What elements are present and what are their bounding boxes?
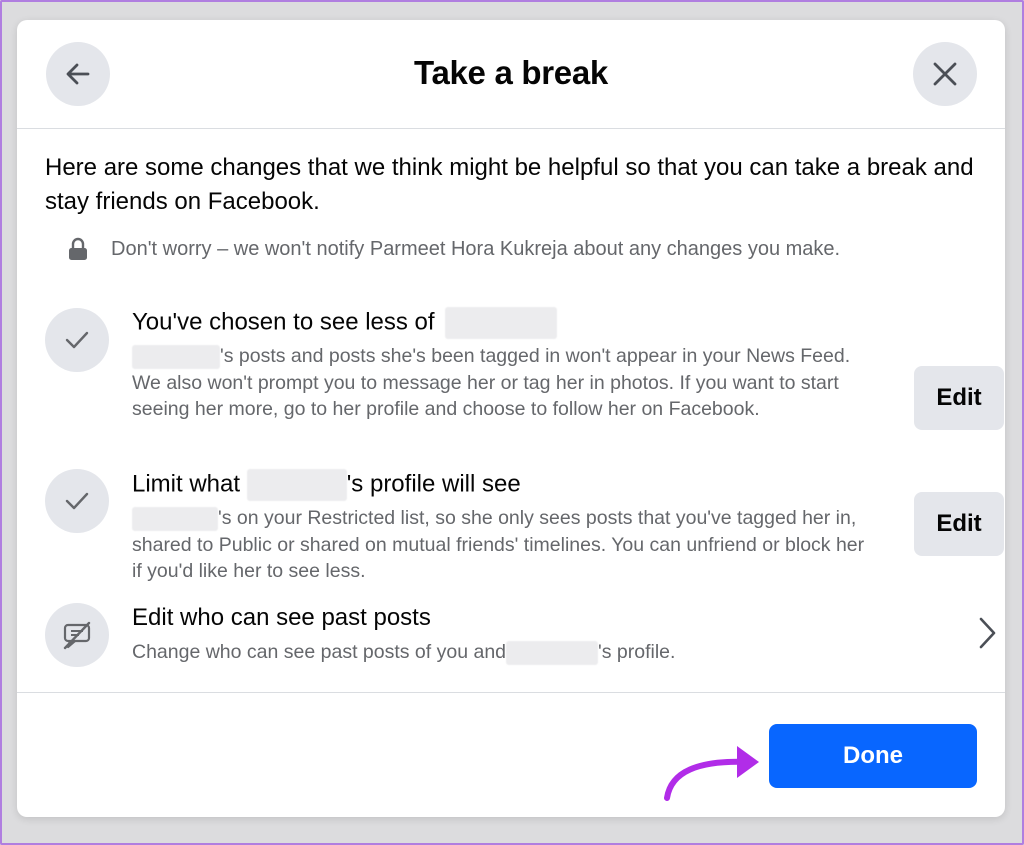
redacted-name <box>506 640 599 665</box>
section-title: Edit who can see past posts <box>132 604 431 631</box>
edit-see-less-button[interactable]: Edit <box>914 366 1004 430</box>
done-button[interactable]: Done <box>769 724 977 788</box>
take-a-break-dialog: Take a break Here are some changes that … <box>17 20 1005 817</box>
lock-icon <box>67 237 89 261</box>
redacted-name <box>445 307 558 339</box>
section-icon-circle <box>45 308 109 372</box>
section-limit-profile: Limit what 's profile will see 's on you… <box>45 465 1004 590</box>
section-see-less: You've chosen to see less of 's posts an… <box>45 302 1004 452</box>
close-button[interactable] <box>913 42 977 106</box>
dialog-header: Take a break <box>17 20 1005 129</box>
intro-text: Here are some changes that we think migh… <box>45 154 974 215</box>
section-icon-circle <box>45 469 109 533</box>
speech-bubble-slash-icon <box>63 621 91 650</box>
redacted-name <box>132 344 220 369</box>
section-description-text: 's posts and posts she's been tagged in … <box>132 345 851 420</box>
checkmark-icon <box>65 492 89 510</box>
privacy-notice: Don't worry – we won't notify Parmeet Ho… <box>67 234 987 264</box>
section-description-suffix: 's profile. <box>598 641 676 663</box>
section-icon-circle <box>45 603 109 667</box>
section-title-suffix: 's profile will see <box>346 470 521 498</box>
section-title-prefix: Limit what <box>132 470 241 498</box>
dialog-title: Take a break <box>414 54 608 91</box>
close-icon <box>933 62 957 86</box>
chevron-right-icon <box>979 617 996 649</box>
section-title: Limit what 's profile will see <box>132 469 521 501</box>
section-title: You've chosen to see less of <box>132 307 558 339</box>
privacy-notice-text: Don't worry – we won't notify Parmeet Ho… <box>111 237 841 260</box>
section-past-posts[interactable]: Edit who can see past posts Change who c… <box>45 601 996 671</box>
redacted-name <box>132 506 218 531</box>
section-description: 's posts and posts she's been tagged in … <box>132 343 872 423</box>
edit-restricted-button[interactable]: Edit <box>914 492 1004 556</box>
section-description-prefix: Change who can see past posts of you and <box>132 641 507 663</box>
redacted-name <box>246 469 347 501</box>
section-description: Change who can see past posts of you and… <box>132 639 912 666</box>
annotation-arrow-icon <box>664 746 759 801</box>
checkmark-icon <box>65 331 89 349</box>
section-description-text: 's on your Restricted list, so she only … <box>132 507 865 582</box>
footer-divider <box>17 692 1005 693</box>
section-title-text: You've chosen to see less of <box>132 308 435 336</box>
section-description: 's on your Restricted list, so she only … <box>132 505 872 585</box>
